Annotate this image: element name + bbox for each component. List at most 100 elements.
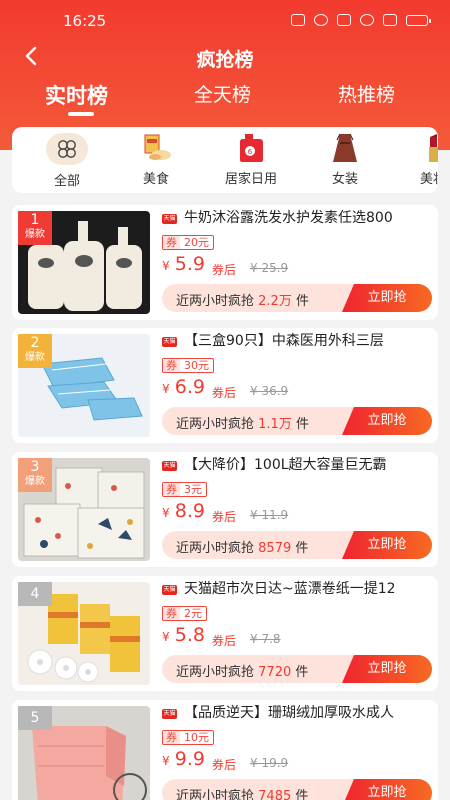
status-bar: 16:25: [0, 0, 450, 42]
category-bar: 全部 美食 6 居家日用 女装 美妆: [12, 127, 438, 193]
product-card[interactable]: 1 爆款 天猫 牛奶沐浴露洗发水护发素任选800 券 20元 ¥ 5.9 券后 ¥…: [12, 205, 438, 320]
currency-symbol: ¥: [162, 382, 170, 396]
buy-now-button[interactable]: 立即抢: [342, 407, 432, 435]
recent-count: 7720: [258, 665, 292, 680]
wifi-icon: [383, 14, 397, 26]
category-label: 美食: [142, 172, 169, 187]
coupon-value: 3元: [184, 483, 202, 496]
ranking-tabs: 实时榜 全天榜 热推榜: [0, 80, 450, 120]
product-price: ¥ 9.9: [162, 748, 205, 770]
category-womens[interactable]: 女装: [310, 133, 380, 187]
rank-badge: 5: [18, 706, 52, 730]
recent-sales: 近两小时疯抢 7720 件: [176, 665, 309, 680]
currency-symbol: ¥: [162, 506, 170, 520]
category-all[interactable]: 全部: [32, 133, 102, 189]
original-price: ¥ 7.8: [250, 632, 281, 646]
signal-icon: [291, 14, 305, 26]
rank-number: 4: [30, 586, 40, 602]
status-time: 16:25: [63, 12, 107, 30]
price-value: 9.9: [174, 748, 205, 770]
category-label: 女装: [331, 172, 358, 187]
currency-symbol: ¥: [162, 259, 170, 273]
price-value: 5.8: [174, 624, 205, 646]
rank-number: 1: [30, 212, 40, 228]
after-coupon-label: 券后: [212, 758, 237, 772]
product-price: ¥ 6.9: [162, 376, 205, 398]
food-icon: [144, 134, 171, 160]
category-food[interactable]: 美食: [121, 133, 191, 187]
buy-now-button[interactable]: 立即抢: [342, 531, 432, 559]
recent-sales: 近两小时疯抢 7485 件: [176, 785, 308, 800]
active-tab-indicator: [68, 112, 94, 116]
hot-label: 爆款: [25, 352, 45, 363]
original-price: ¥ 11.9: [250, 508, 289, 522]
recent-count: 7485: [258, 789, 292, 800]
rush-bar: 近两小时疯抢 1.1万 件 立即抢: [162, 407, 432, 435]
coupon-badge: 券 2元: [162, 606, 207, 621]
product-card[interactable]: 3 爆款 天猫 【大降价】100L超大容量巨无霸 券 3元 ¥ 8.9 券后 ¥ …: [12, 452, 438, 567]
original-price: ¥ 19.9: [250, 756, 289, 770]
category-household[interactable]: 6 居家日用: [216, 133, 286, 187]
rush-bar: 近两小时疯抢 7720 件 立即抢: [162, 655, 432, 683]
coupon-value: 2元: [184, 607, 202, 620]
coupon-prefix: 券: [163, 359, 180, 372]
product-title: 天猫超市次日达~蓝漂卷纸一提12: [184, 581, 396, 597]
tab-realtime[interactable]: 实时榜: [45, 80, 108, 110]
hot-label: 爆款: [25, 229, 45, 240]
tmall-badge: 天猫: [162, 461, 177, 471]
tmall-badge: 天猫: [162, 709, 177, 719]
tmall-badge: 天猫: [162, 585, 177, 595]
rank-badge: 4: [18, 582, 52, 606]
buy-now-button[interactable]: 立即抢: [342, 284, 432, 312]
category-label: 全部: [53, 174, 80, 189]
rank-badge: 2 爆款: [18, 334, 52, 368]
product-title: 【品质逆天】珊瑚绒加厚吸水成人: [184, 705, 394, 721]
product-card[interactable]: 4 天猫 天猫超市次日达~蓝漂卷纸一提12 券 2元 ¥ 5.8 券后 ¥ 7.8…: [12, 576, 438, 691]
category-beauty[interactable]: 美妆: [398, 133, 438, 187]
coupon-prefix: 券: [163, 483, 180, 496]
price-value: 8.9: [174, 500, 205, 522]
coupon-prefix: 券: [163, 731, 180, 744]
coupon-badge: 券 10元: [162, 730, 214, 745]
tmall-badge: 天猫: [162, 214, 177, 224]
currency-symbol: ¥: [162, 754, 170, 768]
recent-count: 1.1万: [258, 417, 292, 432]
rank-number: 5: [30, 710, 40, 726]
original-price: ¥ 25.9: [250, 261, 289, 275]
recent-count: 2.2万: [258, 294, 292, 309]
product-title: 【三盒90只】中森医用外科三层: [184, 333, 384, 349]
tmall-badge: 天猫: [162, 337, 177, 347]
product-card[interactable]: 5 天猫 【品质逆天】珊瑚绒加厚吸水成人 券 10元 ¥ 9.9 券后 ¥ 19.…: [12, 700, 438, 800]
buy-now-button[interactable]: 立即抢: [342, 655, 432, 683]
currency-symbol: ¥: [162, 630, 170, 644]
after-coupon-label: 券后: [212, 510, 237, 524]
hd-icon: [360, 14, 374, 26]
rank-badge: 3 爆款: [18, 458, 52, 492]
coupon-prefix: 券: [163, 607, 180, 620]
price-value: 5.9: [174, 253, 205, 275]
svg-text:6: 6: [248, 148, 253, 156]
coupon-value: 20元: [184, 236, 209, 249]
tab-all-day[interactable]: 全天榜: [194, 80, 251, 107]
price-value: 6.9: [174, 376, 205, 398]
lipstick-icon: [429, 134, 438, 162]
after-coupon-label: 券后: [212, 634, 237, 648]
status-icons: [291, 14, 431, 26]
clover-icon: [46, 133, 88, 165]
after-coupon-label: 券后: [212, 386, 237, 400]
recent-sales: 近两小时疯抢 8579 件: [176, 541, 309, 556]
product-title: 牛奶沐浴露洗发水护发素任选800: [184, 210, 393, 226]
detergent-icon: 6: [239, 134, 263, 162]
recent-sales: 近两小时疯抢 1.1万 件: [176, 417, 309, 432]
tab-hot-recommend[interactable]: 热推榜: [338, 80, 395, 107]
rush-bar: 近两小时疯抢 8579 件 立即抢: [162, 531, 432, 559]
product-price: ¥ 5.8: [162, 624, 205, 646]
page-title: 疯抢榜: [196, 49, 254, 71]
buy-now-button[interactable]: 立即抢: [342, 779, 432, 800]
coupon-value: 30元: [184, 359, 209, 372]
product-card[interactable]: 2 爆款 天猫 【三盒90只】中森医用外科三层 券 30元 ¥ 6.9 券后 ¥ …: [12, 328, 438, 443]
category-label: 居家日用: [224, 172, 277, 187]
product-price: ¥ 5.9: [162, 253, 205, 275]
original-price: ¥ 36.9: [250, 384, 289, 398]
after-coupon-label: 券后: [212, 263, 237, 277]
